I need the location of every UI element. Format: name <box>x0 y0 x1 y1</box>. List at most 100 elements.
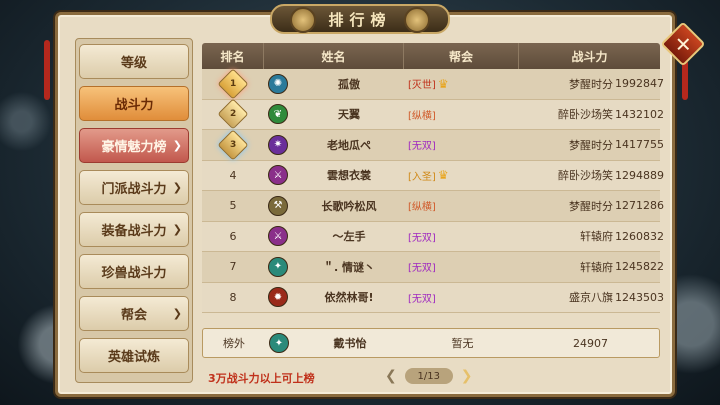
sidebar-item-6[interactable]: 帮会 ❯ <box>79 296 189 331</box>
title-tag: [无双] <box>408 263 436 275</box>
table-row[interactable]: 2 ❦ 天翼 [纵横] 醉卧沙场笑 1432102 <box>202 98 664 130</box>
left-tassel-decoration <box>44 40 50 100</box>
guild-name: 轩辕府 <box>580 230 613 244</box>
title-tag-cell: [入圣] ♛ 醉卧沙场笑 <box>404 167 615 183</box>
sidebar-item-7[interactable]: 英雄试炼 <box>79 338 189 373</box>
power-value: 1432102 <box>615 107 664 121</box>
sidebar-item-2[interactable]: 豪情魅力榜 ❯ <box>79 128 189 163</box>
guild-name: 盛京八旗 <box>569 291 613 305</box>
title-tag-cell: [纵横] 梦醒时分 <box>404 198 615 214</box>
ranking-table: 排名 姓名 帮会 战斗力 1 ✺ 孤傲 [灭世] ♛ 梦醒时分 1992847 2 ❦ 天翼 [纵横… <box>202 43 664 363</box>
name-cell: ✦ ＂. 情谜丶 <box>264 256 404 277</box>
rank-medal-icon: 1 <box>217 68 249 100</box>
title-tag: [无双] <box>408 141 436 153</box>
dragon-ornament-icon <box>290 7 316 33</box>
player-name: 依然林哥! <box>324 291 374 305</box>
table-row[interactable]: 7 ✦ ＂. 情谜丶 [无双] 轩辕府 1245822 <box>202 252 664 283</box>
title-tag: [无双] <box>408 232 436 244</box>
table-row[interactable]: 5 ⚒ 长歌吟松风 [纵横] 梦醒时分 1271286 <box>202 191 664 222</box>
self-power: 24907 <box>573 336 608 350</box>
guild-name: 醉卧沙场笑 <box>558 169 613 183</box>
title-tag-cell: [无双] 盛京八旗 <box>404 289 615 305</box>
chevron-icon: ❯ <box>172 181 182 194</box>
sidebar-item-label: 门派战斗力 <box>101 182 167 197</box>
title-banner: 排行榜 <box>270 4 450 34</box>
header-power: 战斗力 <box>571 49 608 64</box>
header-name: 姓名 <box>264 43 404 69</box>
table-row[interactable]: 1 ✺ 孤傲 [灭世] ♛ 梦醒时分 1992847 <box>202 68 664 100</box>
prev-page-button[interactable]: ❮ <box>385 368 397 384</box>
player-name: 老地瓜ペ <box>327 138 371 152</box>
self-name-cell: ✦ 戴书怡 <box>265 333 405 353</box>
sidebar-item-label: 帮会 <box>120 308 147 323</box>
next-page-button[interactable]: ❯ <box>461 368 473 384</box>
self-rank-row[interactable]: 榜外 ✦ 戴书怡 暂无 24907 <box>202 328 660 358</box>
table-row[interactable]: 8 ✹ 依然林哥! [无双] 盛京八旗 1243503 <box>202 282 664 313</box>
title-tag-cell: [纵横] 醉卧沙场笑 <box>404 106 615 122</box>
rank-number: 2 <box>229 109 237 120</box>
dragon-ornament-icon <box>404 7 430 33</box>
sidebar-item-1[interactable]: 战斗力 <box>79 86 189 121</box>
sidebar-item-label: 珍兽战斗力 <box>101 266 167 281</box>
title-tag-cell: [无双] 轩辕府 <box>404 259 615 275</box>
fan-icon: ✦ <box>268 256 288 277</box>
flame-icon: ✹ <box>268 287 288 308</box>
guild-name: 梦醒时分 <box>569 77 613 91</box>
rank-cell: 5 <box>202 199 264 212</box>
sidebar-item-0[interactable]: 等级 <box>79 44 189 79</box>
name-cell: ❦ 天翼 <box>264 104 404 125</box>
sidebar-item-label: 装备战斗力 <box>101 224 167 239</box>
table-row[interactable]: 3 ✷ 老地瓜ペ [无双] 梦醒时分 1417755 <box>202 129 664 161</box>
power-value: 1245822 <box>615 260 664 274</box>
close-icon: ✕ <box>674 31 692 56</box>
rank-medal-icon: 2 <box>217 98 249 130</box>
sidebar-item-5[interactable]: 珍兽战斗力 <box>79 254 189 289</box>
sidebar-item-3[interactable]: 门派战斗力 ❯ <box>79 170 189 205</box>
table-row[interactable]: 4 ⚔ 雲想衣裳 [入圣] ♛ 醉卧沙场笑 1294889 <box>202 160 664 191</box>
name-cell: ⚔ ～左手 <box>264 226 404 247</box>
player-name: 雲想衣裳 <box>327 169 371 183</box>
power-value: 1992847 <box>615 77 664 91</box>
title-tag: [纵横] <box>408 110 436 122</box>
header-rank: 排名 <box>202 43 264 69</box>
rank-cell: 4 <box>202 169 264 182</box>
guild-name: 轩辕府 <box>580 260 613 274</box>
player-name: 天翼 <box>338 108 360 122</box>
category-sidebar: 等级战斗力豪情魅力榜 ❯ 门派战斗力 ❯ 装备战斗力 ❯ 珍兽战斗力帮会 ❯ 英雄试炼 <box>75 38 193 383</box>
rank-cell: 2 <box>202 98 264 130</box>
sidebar-item-4[interactable]: 装备战斗力 ❯ <box>79 212 189 247</box>
rank-cell: 6 <box>202 230 264 243</box>
power-value: 1417755 <box>615 138 664 152</box>
self-guild: 暂无 <box>451 337 474 350</box>
right-tassel-decoration <box>682 60 688 100</box>
power-value: 1243503 <box>615 290 664 304</box>
header-guild: 帮会 <box>404 43 519 69</box>
chevron-icon: ❯ <box>172 139 182 152</box>
name-cell: ✺ 孤傲 <box>264 73 404 94</box>
claw-icon: ⚔ <box>268 226 288 247</box>
title-tag: [无双] <box>408 293 436 305</box>
table-row[interactable]: 6 ⚔ ～左手 [无双] 轩辕府 1260832 <box>202 221 664 252</box>
power-value: 1260832 <box>615 229 664 243</box>
title-tag-cell: [无双] 梦醒时分 <box>404 137 615 153</box>
name-cell: ⚔ 雲想衣裳 <box>264 165 404 186</box>
title-tag-cell: [无双] 轩辕府 <box>404 228 615 244</box>
self-rank: 榜外 <box>223 337 245 350</box>
sword-icon: ⚒ <box>268 195 288 216</box>
rank-cell: 3 <box>202 129 264 161</box>
sidebar-item-label: 豪情魅力榜 <box>101 140 167 155</box>
rank-cell: 1 <box>202 68 264 100</box>
player-name: 长歌吟松风 <box>321 199 377 213</box>
guild-name: 醉卧沙场笑 <box>558 108 613 122</box>
sidebar-item-label: 英雄试炼 <box>107 350 160 365</box>
title-tag: [入圣] <box>408 171 436 183</box>
table-header: 排名 姓名 帮会 战斗力 <box>202 43 660 69</box>
rank-number: 7 <box>229 260 237 274</box>
chevron-icon: ❯ <box>172 223 182 236</box>
rank-number: 3 <box>229 139 237 150</box>
player-name: ＂. 情谜丶 <box>322 260 375 274</box>
name-cell: ✹ 依然林哥! <box>264 287 404 308</box>
guild-name: 梦醒时分 <box>569 138 613 152</box>
chevron-icon: ❯ <box>172 307 182 320</box>
guild-name: 梦醒时分 <box>569 199 613 213</box>
